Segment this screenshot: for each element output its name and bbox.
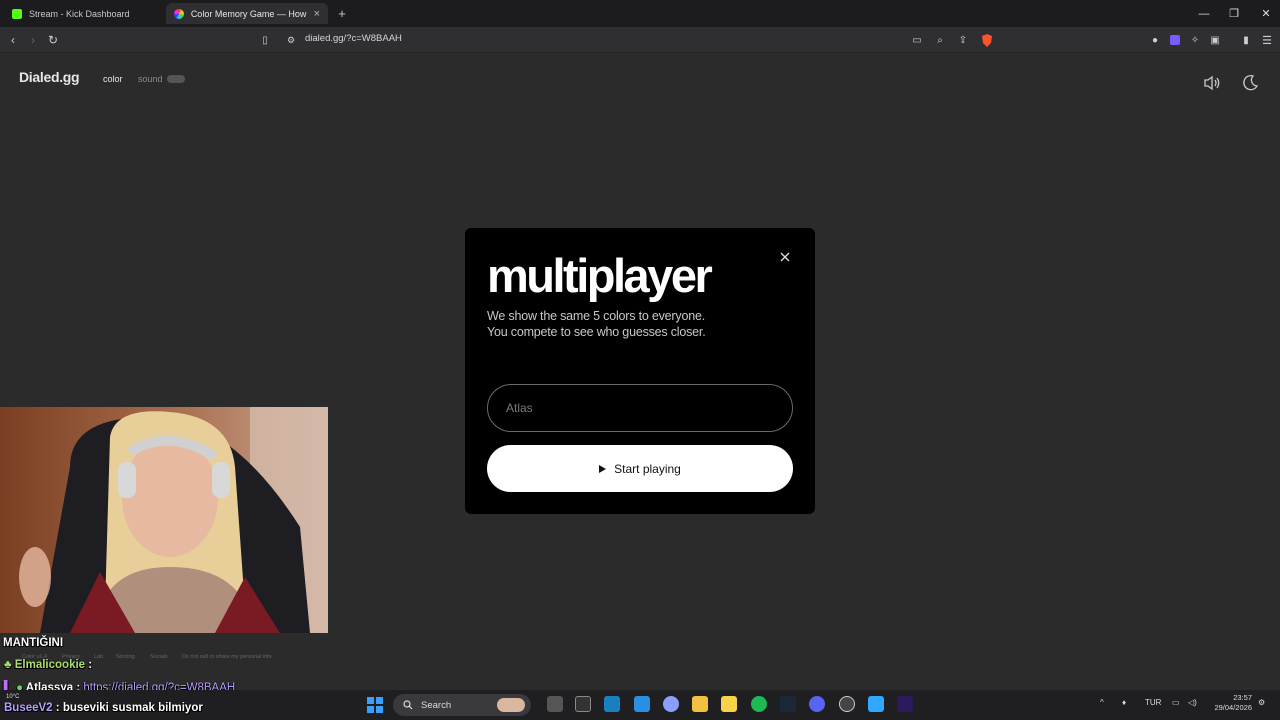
modal-title: multiplayer	[487, 249, 713, 302]
clock-date: 29/04/2026	[1214, 703, 1252, 712]
vscode-icon[interactable]	[634, 696, 650, 712]
search-label: Search	[421, 699, 452, 711]
subtitle-line-1: We show the same 5 colors to everyone.	[487, 309, 705, 323]
language-indicator[interactable]: TUR	[1145, 698, 1161, 707]
kick-icon	[12, 8, 22, 19]
close-tab-icon[interactable]: ×	[314, 8, 320, 20]
restore-icon[interactable]: ❐	[1218, 0, 1250, 27]
clock-time: 23:57	[1233, 693, 1252, 702]
start-playing-label: Start playing	[614, 461, 681, 476]
close-window-icon[interactable]: ✕	[1250, 0, 1280, 27]
clock[interactable]: 23:57 29/04/2026	[1208, 693, 1252, 713]
weather-temp[interactable]: 10°C	[6, 694, 19, 700]
volume-icon[interactable]	[1202, 73, 1222, 93]
footer-link-scoring[interactable]: Scoring	[116, 654, 135, 660]
search-highlight-icon	[497, 698, 525, 712]
nav-sound[interactable]: sound	[138, 74, 163, 84]
reload-icon[interactable]: ↻	[44, 31, 62, 49]
discord-icon[interactable]	[809, 696, 825, 712]
chat-user: Elmalicookie	[14, 659, 86, 671]
tab-title: Color Memory Game — How W...	[190, 8, 307, 19]
extension-icon[interactable]: ●	[1146, 31, 1164, 49]
steam-icon[interactable]	[780, 696, 796, 712]
player-name-input[interactable]	[487, 384, 793, 432]
minimize-icon[interactable]: —	[1188, 0, 1220, 27]
chat-separator: :	[88, 659, 93, 671]
tab-title: Stream - Kick Dashboard	[29, 8, 130, 19]
subtitle-line-2: You compete to see who guesses closer.	[487, 325, 706, 339]
taskbar-search[interactable]: Search	[393, 694, 531, 716]
brave-shield-icon[interactable]	[978, 31, 996, 49]
extension-purple-icon[interactable]	[1166, 31, 1184, 49]
webcam-overlay	[0, 407, 328, 633]
streamer-name: MANTIĞINI	[3, 637, 64, 649]
browser-toolbar: ‹ › ↻ ▯ ⚙ dialed.gg/?c=W8BAAH ▭ ⌕ ⇪ ● ✧ …	[0, 27, 1280, 53]
forward-icon[interactable]: ›	[24, 31, 42, 49]
menu-icon[interactable]: ☰	[1258, 31, 1276, 49]
notification-icon[interactable]: ⚙	[1258, 698, 1265, 707]
tray-chevron-icon[interactable]: ^	[1100, 698, 1104, 707]
chat-line-3: BuseeV2 : buseviki susmak bilmiyor	[4, 702, 203, 714]
chat-message: buseviki susmak bilmiyor	[62, 702, 203, 714]
star-app-icon[interactable]	[721, 696, 737, 712]
multiplayer-modal: multiplayer We show the same 5 colors to…	[465, 228, 815, 514]
spotify-icon[interactable]	[751, 696, 767, 712]
zoom-icon[interactable]: ⌕	[931, 31, 949, 49]
back-icon[interactable]: ‹	[4, 31, 22, 49]
browser-tab-bar: Stream - Kick Dashboard Color Memory Gam…	[0, 0, 1280, 27]
volume-tray-icon[interactable]: ◁)	[1188, 698, 1197, 707]
start-playing-button[interactable]: Start playing	[487, 445, 793, 492]
file-explorer-icon[interactable]	[692, 696, 708, 712]
mic-icon[interactable]: ♦	[1122, 698, 1126, 707]
site-logo[interactable]: Dialed.gg	[19, 69, 80, 85]
tab-color-memory-game[interactable]: Color Memory Game — How W... ×	[166, 3, 328, 24]
new-tab-button[interactable]: +	[332, 3, 352, 24]
moon-icon[interactable]	[1240, 73, 1260, 93]
chat-badge-icon: ♣	[4, 659, 12, 671]
footer-link-privacy-optout[interactable]: Do not sell or share my personal info	[182, 654, 272, 660]
nav-color[interactable]: color	[103, 74, 123, 84]
chat-user: BuseeV2	[4, 702, 53, 714]
search-icon	[403, 700, 413, 710]
network-icon[interactable]: ▭	[1172, 698, 1180, 707]
app-icon[interactable]	[604, 696, 620, 712]
puzzle-icon[interactable]: ✧	[1186, 31, 1204, 49]
modal-subtitle: We show the same 5 colors to everyone. Y…	[487, 308, 787, 340]
terminal-icon[interactable]	[575, 696, 591, 712]
color-wheel-icon	[174, 8, 184, 19]
play-icon	[599, 464, 607, 473]
wallet-icon[interactable]: ▣	[1206, 31, 1224, 49]
premiere-icon[interactable]	[897, 696, 913, 712]
footer-link-socials[interactable]: Socials	[150, 654, 168, 660]
windows-start-icon[interactable]	[367, 697, 383, 713]
bookmark-icon[interactable]: ▯	[256, 31, 274, 49]
cast-icon[interactable]: ▭	[908, 31, 926, 49]
chat-separator: :	[55, 702, 60, 714]
sidebar-icon[interactable]: ▮	[1237, 31, 1255, 49]
share-icon[interactable]: ⇪	[954, 31, 972, 49]
footer-link-lab[interactable]: Lab	[94, 654, 103, 660]
site-info-icon[interactable]: ⚙	[282, 31, 300, 49]
close-icon[interactable]	[778, 250, 792, 264]
photoshop-icon[interactable]	[868, 696, 884, 712]
chat-line-1: ♣ Elmalicookie :	[4, 659, 92, 671]
address-bar[interactable]: dialed.gg/?c=W8BAAH	[305, 33, 402, 44]
task-view-icon[interactable]	[547, 696, 563, 712]
obs-icon[interactable]	[839, 696, 855, 712]
tab-kick-dashboard[interactable]: Stream - Kick Dashboard	[4, 3, 164, 24]
app-icon-2[interactable]	[663, 696, 679, 712]
new-badge	[167, 75, 185, 83]
